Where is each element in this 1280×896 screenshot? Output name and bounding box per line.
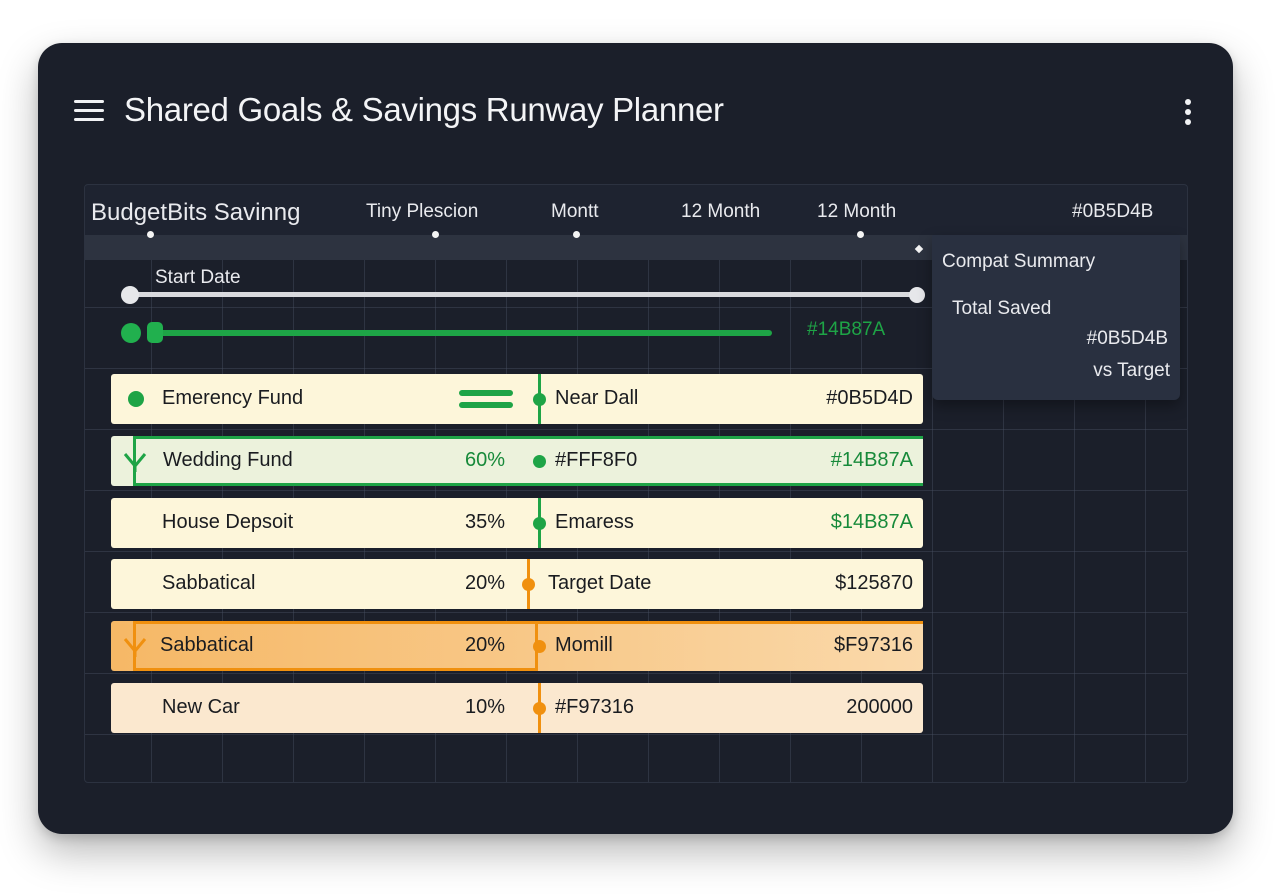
start-date-label: Start Date bbox=[155, 267, 241, 288]
goal-row-wedding-fund[interactable]: Wedding Fund 60% #FFF8F0 #14B87A bbox=[111, 436, 923, 486]
goal-row-sabbatical-selected[interactable]: Sabbatical 20% Momill $F97316 bbox=[111, 621, 923, 671]
milestone-dot bbox=[533, 455, 546, 468]
total-saved-label: Total Saved bbox=[952, 298, 1052, 319]
timeline-column-3[interactable]: 12 Month bbox=[681, 201, 760, 223]
selection-underline bbox=[133, 483, 923, 486]
goal-name: Sabbatical bbox=[162, 572, 256, 594]
timeline-header-code: #0B5D4B bbox=[1072, 201, 1154, 222]
progress-stripe bbox=[459, 390, 513, 396]
goal-value: #14B87A bbox=[830, 449, 913, 471]
chevron-down-icon[interactable] bbox=[123, 637, 147, 657]
goal-milestone: #F97316 bbox=[555, 696, 634, 718]
selection-overline bbox=[133, 621, 923, 624]
milestone-dot bbox=[533, 517, 546, 530]
selection-underline bbox=[133, 668, 538, 671]
selection-overline bbox=[133, 436, 923, 439]
goal-milestone: Target Date bbox=[548, 572, 652, 594]
page-title: Shared Goals & Savings Runway Planner bbox=[124, 91, 724, 128]
compat-summary-panel: Compat Summary Total Saved #0B5D4B vs Ta… bbox=[932, 235, 1180, 400]
end-date-handle[interactable] bbox=[909, 287, 925, 303]
progress-label: #14B87A bbox=[807, 319, 886, 340]
goal-value: 200000 bbox=[846, 696, 913, 718]
goal-milestone: #FFF8F0 bbox=[555, 449, 638, 471]
timeline-tick-marker bbox=[857, 231, 864, 238]
goal-name: Emerency Fund bbox=[162, 387, 304, 409]
goal-name: House Depsoit bbox=[162, 511, 294, 533]
progress-track[interactable] bbox=[155, 330, 772, 336]
chevron-down-icon[interactable] bbox=[123, 452, 147, 472]
hamburger-menu-icon[interactable] bbox=[74, 100, 104, 122]
timeline-tick-marker bbox=[432, 231, 439, 238]
goal-milestone: Momill bbox=[555, 634, 613, 656]
planner-card: Shared Goals & Savings Runway Planner Bu… bbox=[38, 43, 1233, 834]
timeline-brand: BudgetBits Savinng bbox=[91, 199, 301, 226]
timeline-tick-marker bbox=[147, 231, 154, 238]
goal-row-sabbatical[interactable]: Sabbatical 20% Target Date $125870 bbox=[111, 559, 923, 609]
goal-value: $14B87A bbox=[830, 511, 913, 533]
timeline-tick-marker bbox=[573, 231, 580, 238]
goal-name: Sabbatical bbox=[160, 634, 254, 656]
milestone-dot bbox=[533, 702, 546, 715]
summary-title: Compat Summary bbox=[942, 251, 1096, 272]
milestone-dot bbox=[533, 393, 546, 406]
goal-value: $125870 bbox=[835, 572, 913, 594]
goal-percent: 35% bbox=[464, 511, 505, 533]
progress-stripe bbox=[459, 402, 513, 408]
goal-milestone: Emaress bbox=[555, 511, 634, 533]
goal-percent: 20% bbox=[464, 572, 505, 594]
date-range-track[interactable] bbox=[130, 292, 918, 297]
goal-percent: 20% bbox=[464, 634, 505, 656]
more-options-icon[interactable] bbox=[1178, 98, 1198, 126]
goal-row-house-deposit[interactable]: House Depsoit 35% Emaress $14B87A bbox=[111, 498, 923, 548]
goal-value: $F97316 bbox=[834, 634, 913, 656]
goal-milestone: Near Dall bbox=[555, 387, 639, 409]
vs-target-label: vs Target bbox=[1093, 360, 1170, 381]
goal-row-emergency-fund[interactable]: Emerency Fund Near Dall #0B5D4D bbox=[111, 374, 923, 424]
start-date-handle[interactable] bbox=[121, 286, 139, 304]
timeline-panel: BudgetBits Savinng Tiny Plescion Montt 1… bbox=[84, 184, 1188, 783]
goal-name: Wedding Fund bbox=[163, 449, 293, 471]
progress-drag-handle[interactable] bbox=[147, 322, 163, 343]
goal-value: #0B5D4D bbox=[826, 387, 913, 409]
total-saved-value: #0B5D4B bbox=[1086, 328, 1168, 349]
green-dot-icon bbox=[128, 391, 144, 407]
milestone-dot bbox=[522, 578, 535, 591]
goal-row-new-car[interactable]: New Car 10% #F97316 200000 bbox=[111, 683, 923, 733]
timeline-column-1[interactable]: Tiny Plescion bbox=[366, 201, 478, 223]
timeline-column-2[interactable]: Montt bbox=[551, 201, 599, 223]
milestone-dot bbox=[533, 640, 546, 653]
goal-percent: 60% bbox=[464, 449, 505, 471]
timeline-column-4[interactable]: 12 Month bbox=[817, 201, 896, 223]
goal-percent: 10% bbox=[464, 696, 505, 718]
goal-name: New Car bbox=[162, 696, 240, 718]
progress-start-handle[interactable] bbox=[121, 323, 141, 343]
